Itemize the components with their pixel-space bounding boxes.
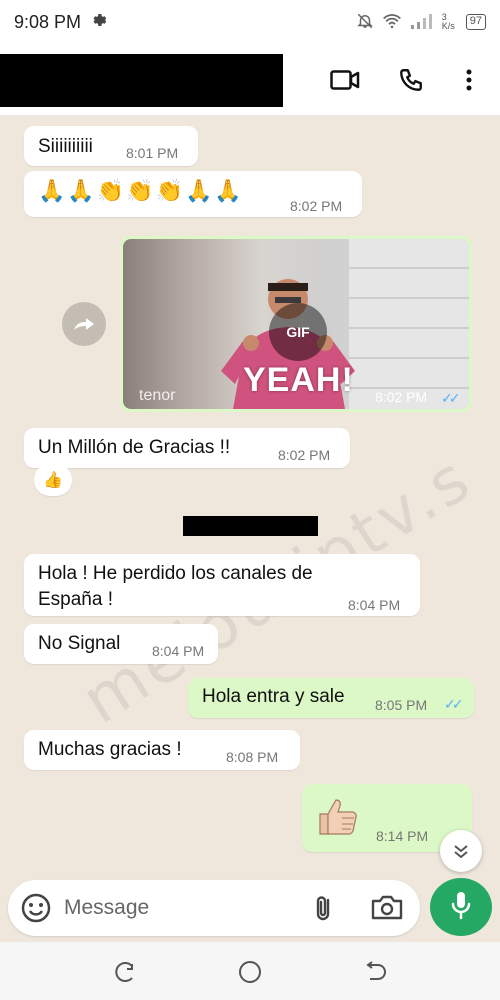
contact-name-redacted[interactable] (0, 54, 283, 107)
camera-icon[interactable] (370, 892, 404, 924)
system-navigation-bar (0, 942, 500, 1000)
message-time: 8:02 PM (375, 389, 428, 405)
thumbs-up-icon (316, 796, 360, 842)
voice-message-button[interactable] (430, 878, 492, 936)
gif-play-badge[interactable]: GIF (269, 303, 327, 361)
message-line-2: España ! (38, 589, 113, 610)
message-incoming[interactable]: Hola ! He perdido los canales de España … (24, 554, 420, 616)
message-text: Muchas gracias ! (38, 739, 182, 760)
message-outgoing-gif[interactable]: GIF YEAH! tenor 8:02 PM ✓✓ (120, 236, 472, 412)
message-incoming[interactable]: 🙏🙏👏👏👏🙏🙏 8:02 PM (24, 171, 362, 217)
message-time: 8:02 PM (278, 447, 331, 463)
home-icon[interactable] (235, 958, 265, 986)
message-incoming[interactable]: Siiiiiiiiii 8:01 PM (24, 126, 198, 166)
signal-bars-icon (410, 13, 434, 32)
message-time: 8:01 PM (126, 145, 179, 161)
message-input[interactable] (64, 890, 284, 926)
message-incoming[interactable]: No Signal 8:04 PM (24, 624, 218, 664)
recent-apps-icon[interactable] (110, 958, 140, 986)
battery-icon: 97 (465, 14, 486, 30)
message-emoji: 🙏🙏👏👏👏🙏🙏 (38, 179, 244, 204)
message-time: 8:04 PM (348, 597, 401, 613)
message-text: Siiiiiiiiii (38, 136, 93, 157)
scroll-to-bottom-button[interactable] (440, 830, 482, 872)
gif-source-label: tenor (139, 387, 176, 404)
message-incoming[interactable]: Muchas gracias ! 8:08 PM (24, 730, 300, 770)
emoji-icon[interactable] (20, 892, 52, 924)
video-call-icon[interactable] (327, 62, 363, 98)
message-reaction[interactable]: 👍 (34, 464, 72, 496)
more-options-icon[interactable] (451, 62, 487, 98)
settings-gear-icon (89, 11, 107, 34)
forward-button[interactable] (62, 302, 106, 346)
gif-caption: YEAH! (243, 361, 354, 399)
message-line-1: Hola ! He perdido los canales de (38, 563, 313, 584)
message-text: Hola entra y sale (202, 686, 345, 707)
message-text: No Signal (38, 633, 121, 654)
status-time: 9:08 PM (14, 11, 82, 32)
gif-preview[interactable]: GIF YEAH! tenor 8:02 PM ✓✓ (123, 239, 469, 409)
message-input-container (8, 880, 420, 936)
chat-header (0, 44, 500, 116)
date-divider-redacted (183, 516, 318, 536)
message-time: 8:08 PM (226, 749, 279, 765)
message-text: Un Millón de Gracias !! (38, 437, 231, 458)
back-icon[interactable] (360, 958, 390, 986)
attach-paperclip-icon[interactable] (308, 892, 340, 924)
message-time: 8:14 PM (376, 828, 429, 844)
message-time: 8:02 PM (290, 198, 343, 214)
message-time: 8:05 PM (375, 697, 428, 713)
read-ticks-icon: ✓✓ (444, 696, 464, 712)
wifi-icon (382, 13, 402, 32)
message-incoming[interactable]: Un Millón de Gracias !! 8:02 PM (24, 428, 350, 468)
network-speed: 3 K/s (441, 12, 455, 31)
read-ticks-icon: ✓✓ (441, 390, 461, 406)
status-icons: 3 K/s 97 (356, 12, 486, 33)
chat-area[interactable]: melouriptv.s Siiiiiiiiii 8:01 PM 🙏🙏👏👏👏🙏🙏… (0, 116, 500, 880)
microphone-icon (450, 890, 472, 925)
composer (0, 878, 500, 942)
message-outgoing[interactable]: Hola entra y sale 8:05 PM ✓✓ (188, 678, 474, 718)
notifications-muted-icon (356, 12, 374, 33)
voice-call-icon[interactable] (393, 62, 429, 98)
message-text: Hola ! He perdido los canales de España … (38, 561, 313, 613)
message-time: 8:04 PM (152, 643, 205, 659)
gif-background (349, 239, 469, 409)
status-bar: 9:08 PM 3 K/s 97 (0, 0, 500, 44)
